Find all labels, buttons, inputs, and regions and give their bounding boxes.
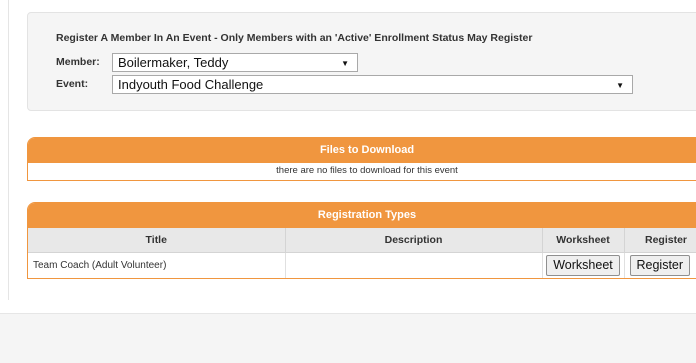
chevron-down-icon: ▼ — [341, 59, 349, 68]
page-left-border — [0, 0, 9, 300]
files-panel-header: Files to Download — [28, 138, 696, 163]
event-select-value: Indyouth Food Challenge — [118, 77, 264, 92]
event-label: Event: — [56, 78, 89, 90]
register-cell: Register — [624, 252, 696, 278]
files-panel: Files to Download there are no files to … — [27, 137, 696, 181]
column-worksheet: Worksheet — [542, 228, 625, 253]
column-register: Register — [624, 228, 696, 253]
register-member-panel: Register A Member In An Event - Only Mem… — [27, 12, 696, 111]
column-title: Title — [28, 228, 286, 253]
register-instructions: Register A Member In An Event - Only Mem… — [56, 32, 533, 44]
registration-types-header: Registration Types — [28, 203, 696, 228]
page-footer — [0, 313, 696, 363]
member-label: Member: — [56, 56, 100, 68]
register-button[interactable]: Register — [629, 254, 691, 276]
worksheet-cell: Worksheet — [542, 252, 625, 278]
table-row: Team Coach (Adult Volunteer) Worksheet R… — [28, 252, 696, 278]
row-description — [285, 252, 543, 278]
worksheet-button[interactable]: Worksheet — [546, 254, 620, 276]
event-row: Event: Indyouth Food Challenge ▼ — [56, 75, 636, 95]
member-select-value: Boilermaker, Teddy — [118, 55, 229, 70]
event-select[interactable]: Indyouth Food Challenge ▼ — [112, 75, 633, 94]
files-empty-message: there are no files to download for this … — [276, 165, 458, 176]
registration-types-table: Title Description Worksheet Register Tea… — [28, 228, 696, 278]
table-header-row: Title Description Worksheet Register — [28, 228, 696, 253]
column-description: Description — [285, 228, 543, 253]
registration-types-panel: Registration Types Title Description Wor… — [27, 202, 696, 279]
chevron-down-icon: ▼ — [616, 81, 624, 90]
member-select[interactable]: Boilermaker, Teddy ▼ — [112, 53, 358, 72]
member-row: Member: Boilermaker, Teddy ▼ — [56, 53, 396, 73]
row-title: Team Coach (Adult Volunteer) — [28, 252, 286, 278]
